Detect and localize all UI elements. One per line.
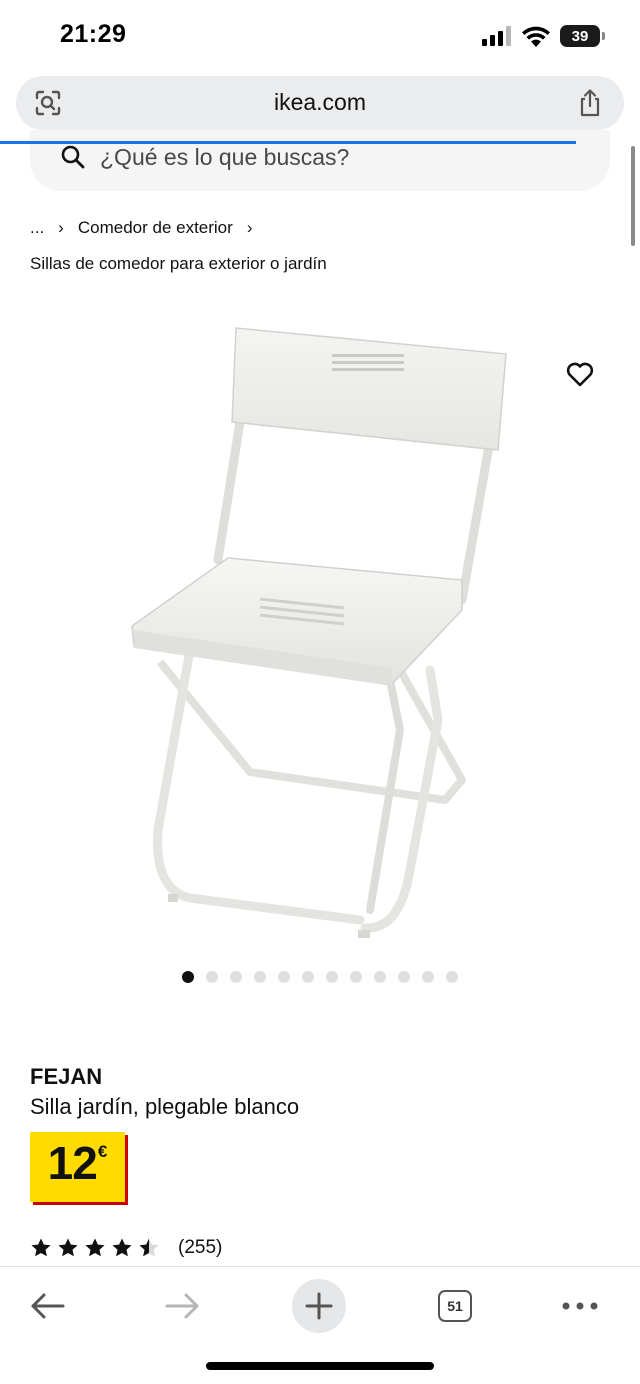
star-full-icon (85, 1238, 105, 1257)
carousel-dot[interactable] (302, 971, 314, 983)
page-load-progress-fill (0, 141, 576, 144)
carousel-dot[interactable] (398, 971, 410, 983)
carousel-dot[interactable] (278, 971, 290, 983)
arrow-left-icon (31, 1293, 65, 1319)
breadcrumb-current[interactable]: Sillas de comedor para exterior o jardín (30, 254, 327, 274)
rating-stars (30, 1237, 160, 1259)
status-time: 21:29 (60, 20, 127, 48)
breadcrumb-separator: › (58, 218, 64, 237)
product-description[interactable]: Silla jardín, plegable blanco (30, 1094, 299, 1120)
rating-count[interactable]: (255) (178, 1237, 222, 1259)
price-tag: 12 € (30, 1132, 125, 1202)
star-full-icon (31, 1238, 51, 1257)
home-indicator[interactable] (206, 1362, 434, 1370)
address-bar[interactable]: ikea.com (16, 76, 624, 130)
wifi-icon (522, 26, 550, 47)
battery-icon: 39 (560, 25, 605, 47)
status-icons: 39 (482, 24, 605, 48)
carousel-dot[interactable] (254, 971, 266, 983)
breadcrumb-separator: › (246, 218, 253, 237)
back-button[interactable] (20, 1279, 74, 1333)
page-load-progress (0, 141, 640, 144)
scrollbar[interactable] (631, 146, 635, 246)
carousel-dot[interactable] (206, 971, 218, 983)
status-bar: 21:29 39 (0, 0, 640, 72)
product-rating[interactable]: (255) (30, 1237, 222, 1259)
cellular-signal-icon (482, 26, 511, 46)
carousel-dot[interactable] (326, 971, 338, 983)
tab-count: 51 (438, 1290, 472, 1322)
plus-icon (305, 1292, 333, 1320)
search-icon (61, 145, 85, 169)
carousel-dot[interactable] (230, 971, 242, 983)
forward-button[interactable] (156, 1279, 210, 1333)
image-carousel-dots[interactable] (182, 971, 458, 983)
search-placeholder: ¿Qué es lo que buscas? (100, 144, 350, 170)
url-text[interactable]: ikea.com (16, 89, 624, 116)
arrow-right-icon (165, 1293, 199, 1319)
more-button[interactable] (553, 1279, 607, 1333)
product-name[interactable]: FEJAN (30, 1064, 102, 1090)
share-icon[interactable] (576, 88, 604, 118)
star-half-icon (139, 1238, 159, 1257)
folding-chair-image[interactable] (100, 310, 540, 950)
carousel-dot[interactable] (422, 971, 434, 983)
new-tab-button[interactable] (292, 1279, 346, 1333)
carousel-dot[interactable] (350, 971, 362, 983)
carousel-dot[interactable] (182, 971, 194, 983)
breadcrumb: ... › Comedor de exterior › (30, 218, 266, 238)
carousel-dot[interactable] (374, 971, 386, 983)
battery-level: 39 (571, 27, 589, 45)
search-input[interactable]: ¿Qué es lo que buscas? (30, 130, 610, 191)
breadcrumb-link-parent[interactable]: Comedor de exterior (78, 218, 233, 238)
tabs-button[interactable]: 51 (428, 1279, 482, 1333)
more-dots-icon (562, 1302, 598, 1310)
carousel-dot[interactable] (446, 971, 458, 983)
price-value: 12 (47, 1137, 98, 1189)
price-currency: € (97, 1142, 108, 1161)
star-full-icon (58, 1238, 78, 1257)
favorite-button[interactable] (560, 354, 600, 394)
breadcrumb-ellipsis[interactable]: ... (30, 218, 44, 238)
star-full-icon (112, 1238, 132, 1257)
heart-icon (566, 362, 594, 387)
